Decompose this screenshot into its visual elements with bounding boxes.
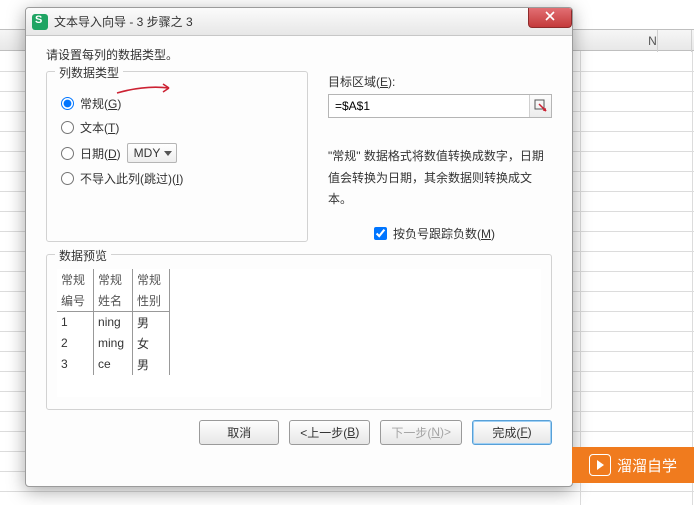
preview-legend: 数据预览	[55, 247, 111, 264]
play-icon	[589, 454, 611, 476]
back-button[interactable]: <上一步(B)	[289, 420, 370, 445]
preview-scroll[interactable]: 常规 常规 常规 编号 姓名 性别 1 ning	[57, 269, 541, 397]
date-format-select[interactable]: MDY	[127, 143, 178, 163]
finish-button[interactable]: 完成(F)	[472, 420, 552, 445]
table-row: 2 ming 女	[57, 333, 170, 354]
header-1: 姓名	[94, 290, 133, 312]
negatives-checkbox[interactable]	[374, 227, 387, 240]
radio-skip[interactable]: 不导入此列(跳过)(I)	[61, 170, 293, 187]
dialog-title: 文本导入向导 - 3 步骤之 3	[54, 13, 528, 30]
coltype-0[interactable]: 常规	[57, 269, 94, 290]
header-0: 编号	[57, 290, 94, 312]
radio-text-input[interactable]	[61, 121, 74, 134]
data-preview-group: 数据预览 常规 常规 常规 编号 姓名 性别	[46, 254, 552, 410]
table-row: 1 ning 男	[57, 311, 170, 333]
radio-date[interactable]: 日期(D) MDY	[61, 143, 293, 163]
target-label: 目标区域(E):	[328, 73, 552, 90]
preview-table: 常规 常规 常规 编号 姓名 性别 1 ning	[57, 269, 170, 375]
negatives-checkbox-row[interactable]: 按负号跟踪负数(M)	[374, 225, 552, 242]
radio-general[interactable]: 常规(G)	[61, 95, 293, 112]
titlebar[interactable]: 文本导入向导 - 3 步骤之 3	[26, 8, 572, 36]
target-range-input[interactable]	[329, 99, 529, 113]
radio-date-input[interactable]	[61, 147, 74, 160]
column-type-group: 列数据类型 常规(G) 文本(T) 日期(D) MDY	[46, 71, 308, 242]
column-type-legend: 列数据类型	[55, 64, 123, 81]
next-button: 下一步(N)>	[380, 420, 462, 445]
annotation-arrow	[115, 82, 177, 96]
app-icon	[32, 14, 48, 30]
coltype-1[interactable]: 常规	[94, 269, 133, 290]
range-picker-button[interactable]	[529, 95, 551, 117]
target-range-box	[328, 94, 552, 118]
radio-skip-input[interactable]	[61, 172, 74, 185]
radio-general-input[interactable]	[61, 97, 74, 110]
radio-text[interactable]: 文本(T)	[61, 119, 293, 136]
table-row: 3 ce 男	[57, 354, 170, 375]
close-button[interactable]	[528, 8, 572, 28]
header-2: 性别	[133, 290, 170, 312]
target-area-group: 目标区域(E): "常规" 数据格式将数值转换成数字，日期值会转换为日期，其余数…	[328, 71, 552, 242]
brand-text: 溜溜自学	[617, 455, 677, 476]
button-row: 取消 <上一步(B) 下一步(N)> 完成(F)	[46, 410, 552, 445]
cancel-button[interactable]: 取消	[199, 420, 279, 445]
column-header-N[interactable]: N	[614, 30, 692, 52]
intro-text: 请设置每列的数据类型。	[46, 46, 552, 63]
coltype-2[interactable]: 常规	[133, 269, 170, 290]
general-note: "常规" 数据格式将数值转换成数字，日期值会转换为日期，其余数据则转换成文本。	[328, 146, 552, 211]
brand-watermark: 溜溜自学	[572, 447, 694, 483]
text-import-wizard-dialog: 文本导入向导 - 3 步骤之 3 请设置每列的数据类型。 列数据类型 常规(G)…	[25, 7, 573, 487]
